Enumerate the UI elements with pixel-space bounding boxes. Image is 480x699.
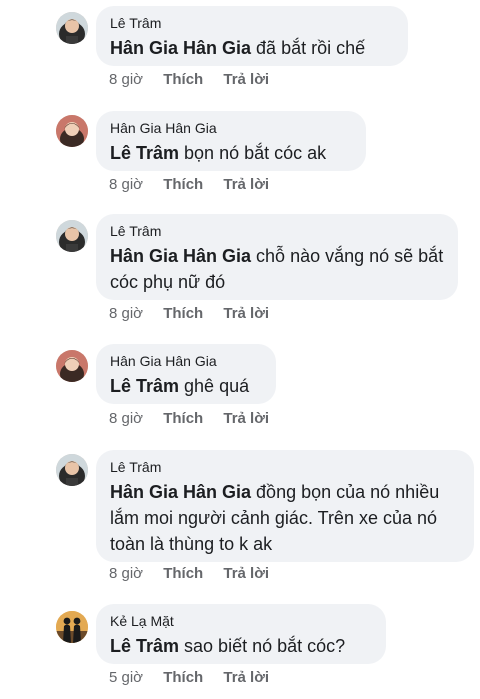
comment-author[interactable]: Lê Trâm: [110, 222, 444, 240]
female-profile-avatar-icon: [56, 115, 88, 147]
mention-link[interactable]: Hân Gia Hân Gia: [110, 38, 251, 58]
like-button[interactable]: Thích: [163, 71, 203, 88]
comment-bubble: Hân Gia Hân Gia Lê Trâm bọn nó bắt cóc a…: [96, 111, 366, 171]
avatar[interactable]: [56, 220, 88, 252]
reply-button[interactable]: Trả lời: [223, 410, 269, 427]
avatar[interactable]: [56, 611, 88, 643]
comment-author[interactable]: Lê Trâm: [110, 458, 460, 476]
female-profile-avatar-icon: [56, 454, 88, 486]
comment-text: Lê Trâm ghê quá: [110, 373, 262, 399]
comment-actions: 8 giờ Thích Trả lời: [109, 71, 285, 88]
silhouette-avatar-icon: [56, 611, 88, 643]
comment-actions: 5 giờ Thích Trả lời: [109, 669, 285, 686]
comment-text: Lê Trâm bọn nó bắt cóc ak: [110, 140, 352, 166]
mention-link[interactable]: Lê Trâm: [110, 376, 179, 396]
reply-button[interactable]: Trả lời: [223, 71, 269, 88]
comment-body: sao biết nó bắt cóc?: [179, 636, 346, 656]
mention-link[interactable]: Hân Gia Hân Gia: [110, 482, 251, 502]
like-button[interactable]: Thích: [163, 305, 203, 322]
mention-link[interactable]: Hân Gia Hân Gia: [110, 246, 251, 266]
reply-button[interactable]: Trả lời: [223, 305, 269, 322]
avatar[interactable]: [56, 115, 88, 147]
mention-link[interactable]: Lê Trâm: [110, 636, 179, 656]
comment-text: Hân Gia Hân Gia đã bắt rồi chế: [110, 35, 394, 61]
mention-link[interactable]: Lê Trâm: [110, 143, 179, 163]
reply-button[interactable]: Trả lời: [223, 565, 269, 582]
comment-timestamp[interactable]: 8 giờ: [109, 176, 143, 193]
comment-timestamp[interactable]: 5 giờ: [109, 669, 143, 686]
female-profile-avatar-icon: [56, 12, 88, 44]
like-button[interactable]: Thích: [163, 669, 203, 686]
comment-actions: 8 giờ Thích Trả lời: [109, 305, 285, 322]
comment-text: Lê Trâm sao biết nó bắt cóc?: [110, 633, 372, 659]
female-profile-avatar-icon: [56, 350, 88, 382]
comment-timestamp[interactable]: 8 giờ: [109, 410, 143, 427]
comment-bubble: Kẻ Lạ Mặt Lê Trâm sao biết nó bắt cóc?: [96, 604, 386, 664]
like-button[interactable]: Thích: [163, 410, 203, 427]
comment-text: Hân Gia Hân Gia chỗ nào vắng nó sẽ bắt c…: [110, 243, 444, 295]
comment-actions: 8 giờ Thích Trả lời: [109, 410, 285, 427]
comment-timestamp[interactable]: 8 giờ: [109, 305, 143, 322]
like-button[interactable]: Thích: [163, 565, 203, 582]
comment-author[interactable]: Hân Gia Hân Gia: [110, 352, 262, 370]
comment-actions: 8 giờ Thích Trả lời: [109, 176, 285, 193]
comment-bubble: Hân Gia Hân Gia Lê Trâm ghê quá: [96, 344, 276, 404]
comment-bubble: Lê Trâm Hân Gia Hân Gia chỗ nào vắng nó …: [96, 214, 458, 300]
comment-body: bọn nó bắt cóc ak: [179, 143, 327, 163]
comment-author[interactable]: Lê Trâm: [110, 14, 394, 32]
avatar[interactable]: [56, 12, 88, 44]
reply-button[interactable]: Trả lời: [223, 669, 269, 686]
comment-timestamp[interactable]: 8 giờ: [109, 565, 143, 582]
comment-body: ghê quá: [179, 376, 250, 396]
comment-text: Hân Gia Hân Gia đồng bọn của nó nhiều lắ…: [110, 479, 460, 557]
avatar[interactable]: [56, 350, 88, 382]
reply-button[interactable]: Trả lời: [223, 176, 269, 193]
comment-timestamp[interactable]: 8 giờ: [109, 71, 143, 88]
comment-body: đã bắt rồi chế: [251, 38, 366, 58]
like-button[interactable]: Thích: [163, 176, 203, 193]
comment-author[interactable]: Kẻ Lạ Mặt: [110, 612, 372, 630]
comment-bubble: Lê Trâm Hân Gia Hân Gia đã bắt rồi chế: [96, 6, 408, 66]
female-profile-avatar-icon: [56, 220, 88, 252]
comment-author[interactable]: Hân Gia Hân Gia: [110, 119, 352, 137]
comment-bubble: Lê Trâm Hân Gia Hân Gia đồng bọn của nó …: [96, 450, 474, 562]
avatar[interactable]: [56, 454, 88, 486]
comment-actions: 8 giờ Thích Trả lời: [109, 565, 285, 582]
